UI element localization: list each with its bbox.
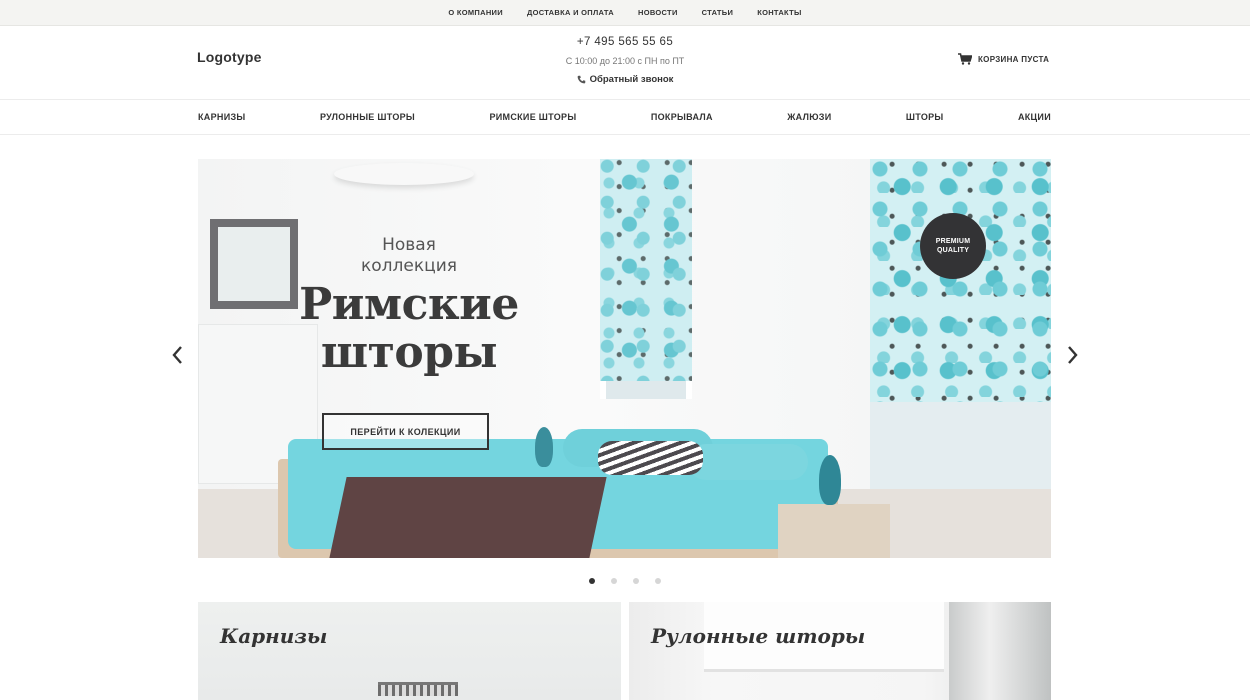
slider-dot-1[interactable] xyxy=(589,578,595,584)
category-tile-cornices[interactable]: Карнизы xyxy=(198,602,621,700)
pillow xyxy=(688,444,808,480)
topbar-link-news[interactable]: НОВОСТИ xyxy=(626,8,690,17)
cart-status-label: КОРЗИНА ПУСТА xyxy=(978,54,1050,64)
vase xyxy=(535,427,553,467)
category-tile-roller-blinds[interactable]: Рулонные шторы xyxy=(629,602,1051,700)
topbar-link-contacts[interactable]: КОНТАКТЫ xyxy=(745,8,813,17)
slide-kicker: Новая коллекция xyxy=(361,235,457,276)
topbar-link-about[interactable]: О КОМПАНИИ xyxy=(436,8,515,17)
callback-label: Обратный звонок xyxy=(589,74,674,85)
cart-widget[interactable]: КОРЗИНА ПУСТА xyxy=(958,53,1049,65)
cornice-rod-image xyxy=(378,682,458,696)
roman-blind-left xyxy=(600,159,692,381)
premium-quality-badge: PREMIUM QUALITY xyxy=(920,213,986,279)
tile-title-cornices: Карнизы xyxy=(220,624,328,648)
slider-dot-3[interactable] xyxy=(633,578,639,584)
badge-line-2: QUALITY xyxy=(936,247,970,254)
nav-item-curtains[interactable]: ШТОРЫ xyxy=(906,112,944,122)
topbar-link-delivery[interactable]: ДОСТАВКА И ОПЛАТА xyxy=(515,8,626,17)
site-logo[interactable]: Logotype xyxy=(197,49,262,65)
slider-prev-button[interactable] xyxy=(169,344,185,366)
header-contact-block: +7 495 565 55 65 С 10:00 до 21:00 с ПН п… xyxy=(525,36,725,89)
cart-icon xyxy=(958,53,972,65)
vase xyxy=(819,455,841,505)
go-to-collection-button[interactable]: ПЕРЕЙТИ К КОЛЕКЦИИ xyxy=(322,413,489,450)
chevron-right-icon xyxy=(1068,346,1078,364)
slider-dot-4[interactable] xyxy=(655,578,661,584)
phone-number[interactable]: +7 495 565 55 65 xyxy=(525,36,725,48)
badge-line-1: PREMIUM xyxy=(935,238,971,245)
slider-next-button[interactable] xyxy=(1065,344,1081,366)
slide-caption: Новая коллекция Римские шторы xyxy=(294,235,524,379)
nav-item-promotions[interactable]: АКЦИИ xyxy=(1018,112,1051,122)
callback-link[interactable]: Обратный звонок xyxy=(577,74,674,85)
nav-item-roman-blinds[interactable]: РИМСКИЕ ШТОРЫ xyxy=(489,112,576,122)
working-hours: С 10:00 до 21:00 с ПН по ПТ xyxy=(565,56,685,66)
tile-title-roller-blinds: Рулонные шторы xyxy=(651,624,866,648)
nightstand xyxy=(778,504,890,558)
topbar-link-articles[interactable]: СТАТЬИ xyxy=(690,8,746,17)
slider-dot-2[interactable] xyxy=(611,578,617,584)
slider-pagination xyxy=(580,576,670,586)
phone-icon xyxy=(577,75,585,84)
category-nav: КАРНИЗЫ РУЛОННЫЕ ШТОРЫ РИМСКИЕ ШТОРЫ ПОК… xyxy=(0,99,1250,135)
striped-pillow xyxy=(598,441,703,475)
nav-item-jalousie[interactable]: ЖАЛЮЗИ xyxy=(787,112,831,122)
top-utility-bar: О КОМПАНИИ ДОСТАВКА И ОПЛАТА НОВОСТИ СТА… xyxy=(0,0,1250,26)
nav-item-roller-blinds[interactable]: РУЛОННЫЕ ШТОРЫ xyxy=(320,112,415,122)
chevron-left-icon xyxy=(172,346,182,364)
slide-title-line-2: шторы xyxy=(320,327,498,378)
slide-title-line-1: Римские xyxy=(299,279,519,330)
nav-item-cornices[interactable]: КАРНИЗЫ xyxy=(198,112,246,122)
ceiling-lamp xyxy=(334,163,474,185)
bed-throw xyxy=(329,477,607,558)
wall-mirror xyxy=(210,219,298,309)
roman-blind-right xyxy=(870,159,1051,402)
hero-slider: PREMIUM QUALITY Новая коллекция Римские … xyxy=(198,159,1051,558)
nav-item-bedspreads[interactable]: ПОКРЫВАЛА xyxy=(651,112,713,122)
door-image xyxy=(949,602,1051,700)
